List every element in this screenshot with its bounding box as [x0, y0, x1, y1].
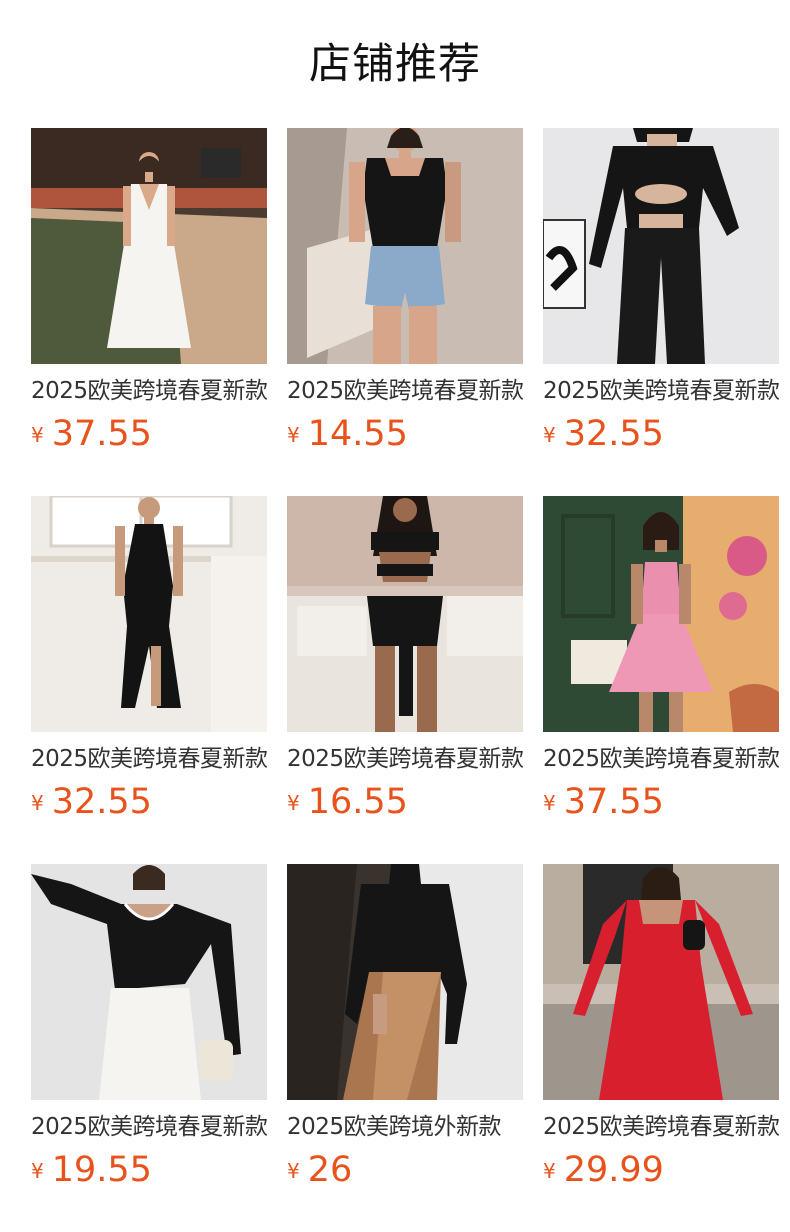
product-card[interactable]: 2025欧美跨境春夏新款 ¥19.55 — [31, 864, 267, 1232]
product-price: ¥37.55 — [31, 412, 152, 456]
currency-symbol: ¥ — [31, 791, 44, 815]
currency-symbol: ¥ — [287, 423, 300, 447]
price-amount: 19.55 — [51, 1150, 152, 1190]
product-image[interactable] — [543, 864, 779, 1100]
product-price: ¥32.55 — [31, 780, 152, 824]
page-title: 店铺推荐 — [308, 39, 481, 88]
product-card[interactable]: 2025欧美跨境春夏新款 ¥37.55 — [543, 496, 779, 864]
product-price: ¥29.99 — [543, 1148, 664, 1192]
product-card[interactable]: 2025欧美跨境春夏新款 ¥37.55 — [31, 128, 267, 496]
price-amount: 29.99 — [563, 1150, 664, 1190]
product-price: ¥32.55 — [543, 412, 664, 456]
product-image[interactable] — [31, 864, 267, 1100]
product-card[interactable]: 2025欧美跨境春夏新款 ¥14.55 — [287, 128, 523, 496]
product-price: ¥16.55 — [287, 780, 408, 824]
product-card[interactable]: 2025欧美跨境春夏新款 ¥32.55 — [31, 496, 267, 864]
product-name[interactable]: 2025欧美跨境春夏新款 — [543, 742, 779, 776]
product-price: ¥37.55 — [543, 780, 664, 824]
currency-symbol: ¥ — [287, 791, 300, 815]
product-image[interactable] — [287, 128, 523, 364]
product-image[interactable] — [31, 496, 267, 732]
price-amount: 32.55 — [51, 782, 152, 822]
currency-symbol: ¥ — [543, 791, 556, 815]
product-image[interactable] — [543, 128, 779, 364]
product-card[interactable]: 2025欧美跨境春夏新款 ¥32.55 — [543, 128, 779, 496]
price-amount: 14.55 — [307, 414, 408, 454]
product-name[interactable]: 2025欧美跨境春夏新款 — [31, 374, 267, 408]
store-recommendations-page: 店铺推荐 2025欧美跨境春夏新款 ¥ 37.55 2025欧美跨境春夏新款 ¥… — [0, 0, 790, 1232]
currency-symbol: ¥ — [287, 1159, 300, 1183]
product-name[interactable]: 2025欧美跨境春夏新款 — [287, 742, 523, 776]
product-name[interactable]: 2025欧美跨境春夏新款 — [31, 1110, 267, 1144]
product-name[interactable]: 2025欧美跨境春夏新款 — [287, 374, 523, 408]
price-amount: 37.55 — [563, 782, 664, 822]
product-image[interactable] — [31, 128, 267, 364]
currency-symbol: ¥ — [31, 423, 44, 447]
product-name[interactable]: 2025欧美跨境春夏新款 — [543, 1110, 779, 1144]
currency-symbol: ¥ — [31, 1159, 44, 1183]
product-name[interactable]: 2025欧美跨境春夏新款 — [543, 374, 779, 408]
product-image[interactable] — [287, 864, 523, 1100]
product-name[interactable]: 2025欧美跨境外新款 — [287, 1110, 523, 1144]
price-amount: 37.55 — [51, 414, 152, 454]
product-price: ¥26 — [287, 1148, 352, 1192]
currency-symbol: ¥ — [543, 1159, 556, 1183]
price-amount: 26 — [307, 1150, 353, 1190]
product-image[interactable] — [543, 496, 779, 732]
price-amount: 32.55 — [563, 414, 664, 454]
product-price: ¥19.55 — [31, 1148, 152, 1192]
product-card[interactable]: 2025欧美跨境春夏新款 ¥29.99 — [543, 864, 779, 1232]
currency-symbol: ¥ — [543, 423, 556, 447]
product-card[interactable]: 2025欧美跨境外新款 ¥26 — [287, 864, 523, 1232]
product-image[interactable] — [287, 496, 523, 732]
product-grid: 2025欧美跨境春夏新款 ¥37.55 2025欧美跨境春夏新款 ¥ 14.55… — [31, 128, 790, 1232]
product-name[interactable]: 2025欧美跨境春夏新款 — [31, 742, 267, 776]
price-amount: 16.55 — [307, 782, 408, 822]
product-price: ¥14.55 — [287, 412, 408, 456]
product-card[interactable]: 2025欧美跨境春夏新款 ¥16.55 — [287, 496, 523, 864]
